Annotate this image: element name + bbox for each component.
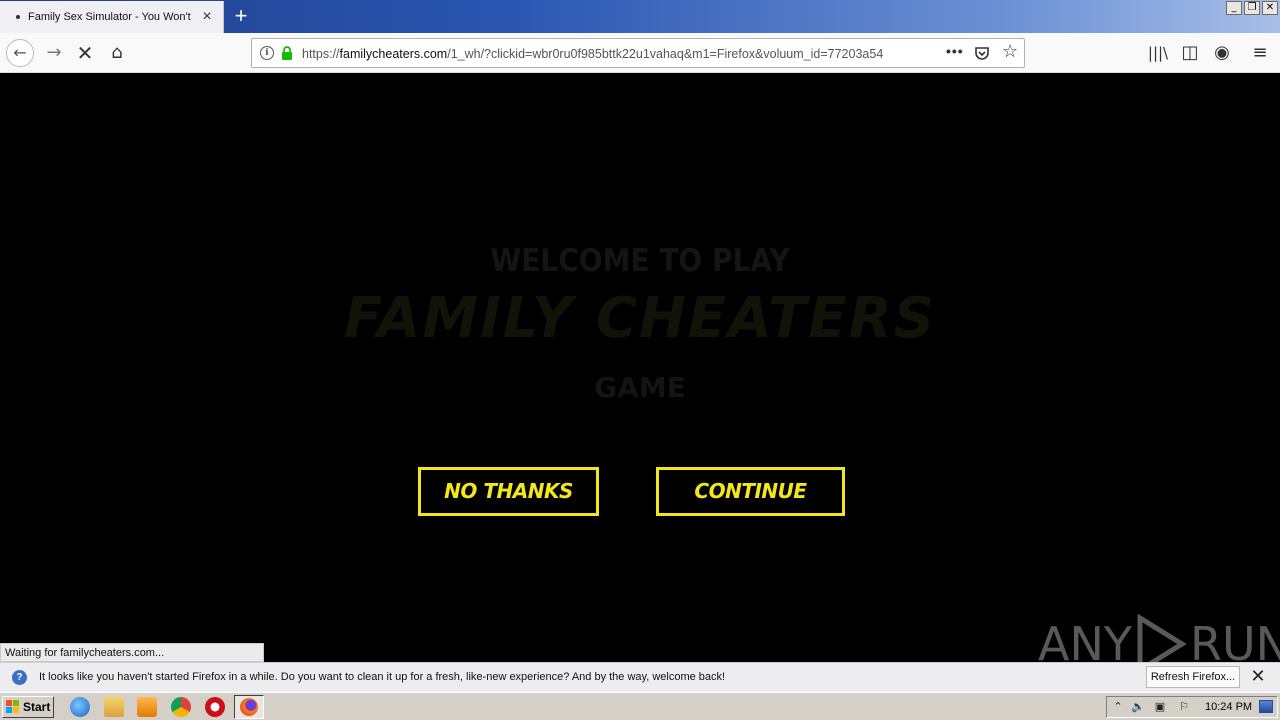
start-label: Start — [23, 700, 51, 714]
close-window-button[interactable]: ✕ — [1262, 1, 1278, 15]
file-explorer-icon[interactable] — [104, 697, 124, 717]
url-host: familycheaters.com — [339, 47, 448, 61]
forward-button[interactable]: → — [42, 41, 66, 65]
tab-close-icon[interactable]: × — [199, 9, 215, 25]
no-thanks-button[interactable]: NO THANKS — [418, 467, 599, 516]
browser-tab[interactable]: Family Sex Simulator - You Won't L × — [0, 1, 224, 33]
stop-button[interactable]: ✕ — [73, 41, 97, 65]
opera-icon[interactable] — [205, 697, 225, 717]
media-player-icon[interactable] — [137, 697, 157, 717]
windows-logo-icon — [6, 700, 19, 713]
firefox-icon — [240, 698, 258, 716]
url-path: /1_wh/?clickid=wbr0ru0f985bttk22u1vahaq&… — [447, 47, 884, 61]
url-text[interactable]: https://familycheaters.com/1_wh/?clickid… — [302, 47, 912, 61]
clock[interactable]: 10:24 PM — [1205, 701, 1252, 713]
navigation-bar: ← → ✕ ⌂ i https://familycheaters.com/1_w… — [0, 33, 1280, 73]
game-subheading: GAME — [594, 371, 686, 404]
volume-icon[interactable]: 🔈 — [1131, 700, 1145, 714]
back-button[interactable]: ← — [6, 39, 34, 67]
notification-close-icon[interactable]: ✕ — [1250, 667, 1266, 687]
title-bar: Family Sex Simulator - You Won't L × + _… — [0, 0, 1280, 33]
game-logo: FAMILY CHEATERS — [343, 286, 937, 351]
hamburger-menu-icon[interactable]: ≡ — [1248, 41, 1272, 65]
minimize-button[interactable]: _ — [1226, 1, 1242, 15]
refresh-firefox-button[interactable]: Refresh Firefox... — [1146, 666, 1240, 688]
new-tab-button[interactable]: + — [230, 5, 252, 27]
page-content: WELCOME TO PLAY FAMILY CHEATERS GAME NO … — [0, 74, 1280, 674]
action-center-flag-icon[interactable]: ⚐ — [1177, 700, 1191, 714]
window-controls: _ ❐ ✕ — [1226, 1, 1278, 15]
welcome-heading: WELCOME TO PLAY — [490, 242, 790, 279]
sidebar-icon[interactable]: ◫ — [1178, 41, 1202, 65]
url-bar[interactable]: i https://familycheaters.com/1_wh/?click… — [251, 38, 1025, 68]
restore-button[interactable]: ❐ — [1244, 1, 1260, 15]
continue-button[interactable]: CONTINUE — [656, 467, 845, 516]
taskbar: Start ⌃ 🔈 ▣ ⚐ 10:24 PM — [0, 692, 1280, 720]
bookmark-star-icon[interactable]: ☆ — [1002, 41, 1018, 62]
url-prefix: https:// — [302, 47, 340, 61]
chrome-icon[interactable] — [171, 697, 191, 717]
home-button[interactable]: ⌂ — [105, 41, 129, 65]
show-desktop-icon[interactable] — [1259, 700, 1273, 713]
notification-message: It looks like you haven't started Firefo… — [39, 671, 726, 683]
start-button[interactable]: Start — [2, 696, 54, 718]
system-tray: ⌃ 🔈 ▣ ⚐ 10:24 PM — [1106, 696, 1278, 718]
internet-explorer-icon[interactable] — [70, 697, 90, 717]
question-icon: ? — [12, 670, 27, 685]
status-bar: Waiting for familycheaters.com... — [0, 643, 264, 662]
tab-loading-dot-icon — [16, 15, 20, 19]
refresh-notification-bar: ? It looks like you haven't started Fire… — [0, 662, 1280, 692]
site-info-icon[interactable]: i — [260, 46, 274, 60]
tray-expand-icon[interactable]: ⌃ — [1111, 700, 1125, 714]
tab-title: Family Sex Simulator - You Won't L — [28, 11, 194, 23]
lock-icon[interactable] — [281, 46, 293, 60]
library-icon[interactable]: |||\ — [1146, 41, 1170, 65]
account-icon[interactable]: ◉ — [1210, 41, 1234, 65]
taskbar-firefox-button[interactable] — [234, 695, 264, 719]
network-icon[interactable]: ▣ — [1153, 700, 1167, 714]
page-actions-icon[interactable]: ••• — [946, 43, 964, 59]
pocket-icon[interactable] — [974, 45, 990, 61]
